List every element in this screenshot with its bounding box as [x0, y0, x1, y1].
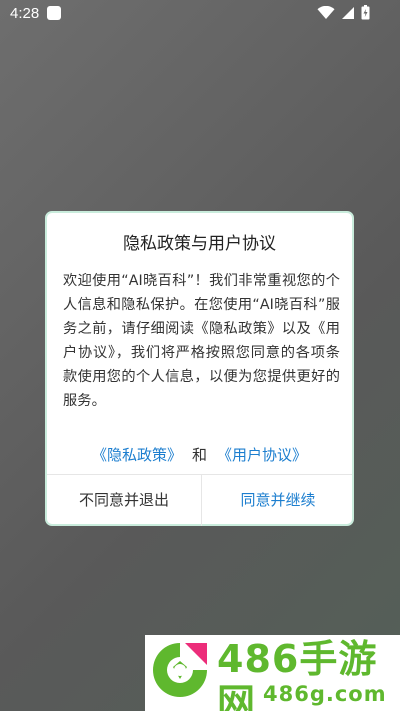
- notification-icon: [47, 6, 61, 20]
- links-connector: 和: [191, 446, 207, 464]
- status-bar: 4:28: [0, 0, 400, 28]
- dialog-links: 《隐私政策》和《用户协议》: [47, 444, 352, 465]
- user-agreement-link[interactable]: 《用户协议》: [217, 446, 307, 464]
- screen: 4:28 隐私政策与用户协议 欢迎使用“AI晓百科”！我们非常重视您的个人信息和…: [0, 0, 400, 711]
- signal-icon: [342, 6, 354, 19]
- wifi-icon: [317, 5, 335, 19]
- reject-exit-button[interactable]: 不同意并退出: [47, 475, 201, 526]
- status-icons: [317, 5, 370, 20]
- accept-continue-button[interactable]: 同意并继续: [202, 475, 354, 526]
- watermark-logo-icon: [153, 643, 207, 697]
- watermark: 486手游网 486g.com: [145, 635, 400, 711]
- privacy-policy-link[interactable]: 《隐私政策》: [92, 446, 182, 464]
- dialog-title: 隐私政策与用户协议: [123, 234, 276, 254]
- watermark-url: 486g.com: [263, 682, 387, 706]
- status-time: 4:28: [10, 5, 40, 22]
- dialog-body: 欢迎使用“AI晓百科”！我们非常重视您的个人信息和隐私保护。在您使用“AI晓百科…: [63, 273, 340, 409]
- battery-icon: [361, 5, 370, 20]
- privacy-dialog: 隐私政策与用户协议 欢迎使用“AI晓百科”！我们非常重视您的个人信息和隐私保护。…: [45, 211, 354, 526]
